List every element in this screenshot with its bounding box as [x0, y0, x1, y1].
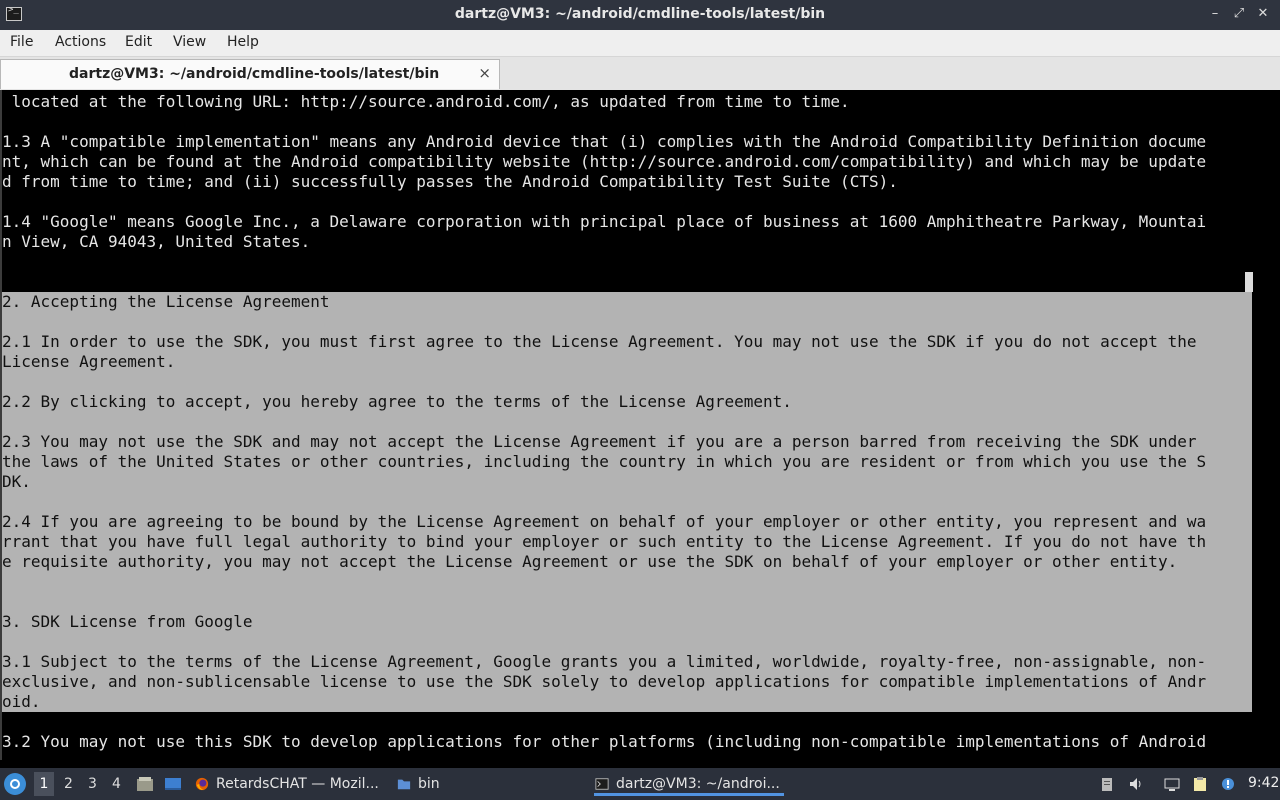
terminal-line: 3. SDK License from Google [2, 612, 253, 631]
taskbar: 1 2 3 4 RetardsCHAT — Mozil... bin dartz… [0, 768, 1280, 800]
terminal-line: the laws of the United States or other c… [2, 452, 1207, 471]
task-terminal[interactable]: dartz@VM3: ~/androi... [594, 772, 784, 796]
terminal-line: located at the following URL: http://sou… [2, 92, 850, 111]
task-file-manager[interactable]: bin [396, 772, 440, 796]
terminal-line: DK. [2, 472, 31, 491]
text-selection-highlight [2, 292, 1252, 712]
file-manager-launcher-icon[interactable] [136, 776, 154, 792]
maximize-icon[interactable]: ⤢ [1232, 7, 1246, 21]
terminal-line: 2.4 If you are agreeing to be bound by t… [2, 512, 1207, 531]
terminal-tab[interactable]: dartz@VM3: ~/android/cmdline-tools/lates… [0, 59, 500, 89]
task-firefox[interactable]: RetardsCHAT — Mozil... [194, 772, 379, 796]
window-titlebar[interactable]: dartz@VM3: ~/android/cmdline-tools/lates… [0, 0, 1280, 30]
task-label: RetardsCHAT — Mozil... [216, 776, 379, 792]
terminal-line: 1.4 "Google" means Google Inc., a Delawa… [2, 212, 1207, 231]
workspace-3[interactable]: 3 [88, 776, 97, 792]
clipboard-tray-icon[interactable] [1099, 776, 1115, 792]
terminal-line: nt, which can be found at the Android co… [2, 152, 1207, 171]
folder-icon [397, 779, 411, 790]
terminal-line: n View, CA 94043, United States. [2, 232, 311, 251]
terminal-line: d from time to time; and (ii) successful… [2, 172, 898, 191]
window-controls: – ⤢ ✕ [1208, 7, 1270, 21]
menu-edit[interactable]: Edit [125, 34, 152, 50]
clock: 9:42 [1248, 775, 1280, 791]
minimize-icon[interactable]: – [1208, 7, 1222, 21]
workspace-4[interactable]: 4 [112, 776, 121, 792]
menu-help[interactable]: Help [227, 34, 259, 50]
scrollbar-track[interactable] [1272, 90, 1280, 760]
menu-actions[interactable]: Actions [55, 34, 106, 50]
scrollbar-thumb[interactable] [1245, 272, 1253, 292]
workspace-2[interactable]: 2 [64, 776, 73, 792]
task-label: dartz@VM3: ~/androi... [616, 776, 780, 792]
tab-close-icon[interactable]: × [478, 64, 491, 82]
terminal-output[interactable]: located at the following URL: http://sou… [0, 90, 1280, 760]
notification-icon[interactable] [1220, 776, 1236, 792]
volume-icon[interactable] [1128, 776, 1144, 792]
terminal-line: 2.2 By clicking to accept, you hereby ag… [2, 392, 792, 411]
terminal-line: 3.1 Subject to the terms of the License … [2, 652, 1207, 671]
terminal-line: 2.1 In order to use the SDK, you must fi… [2, 332, 1197, 351]
network-icon[interactable] [1164, 776, 1180, 792]
firefox-icon [195, 777, 209, 791]
terminal-line: 2.3 You may not use the SDK and may not … [2, 432, 1197, 451]
workspace-1[interactable]: 1 [34, 772, 54, 796]
terminal-line: exclusive, and non-sublicensable license… [2, 672, 1207, 691]
terminal-line: oid. [2, 692, 41, 711]
tab-label: dartz@VM3: ~/android/cmdline-tools/lates… [69, 66, 440, 82]
close-icon[interactable]: ✕ [1256, 7, 1270, 21]
task-label: bin [418, 776, 440, 792]
show-desktop-icon[interactable] [164, 776, 182, 792]
start-menu-icon[interactable] [4, 773, 26, 795]
terminal-line: License Agreement. [2, 352, 176, 371]
terminal-line: 3.2 You may not use this SDK to develop … [2, 732, 1207, 751]
menu-view[interactable]: View [173, 34, 206, 50]
menu-file[interactable]: File [10, 34, 33, 50]
terminal-line: e requisite authority, you may not accep… [2, 552, 1178, 571]
terminal-line: 2. Accepting the License Agreement [2, 292, 330, 311]
notes-tray-icon[interactable] [1192, 776, 1208, 792]
tab-bar: dartz@VM3: ~/android/cmdline-tools/lates… [0, 57, 1280, 90]
terminal-line: rrant that you have full legal authority… [2, 532, 1207, 551]
terminal-line: 1.3 A "compatible implementation" means … [2, 132, 1207, 151]
window-title: dartz@VM3: ~/android/cmdline-tools/lates… [454, 6, 826, 22]
terminal-icon [595, 778, 609, 790]
menu-bar: File Actions Edit View Help [0, 30, 1280, 57]
